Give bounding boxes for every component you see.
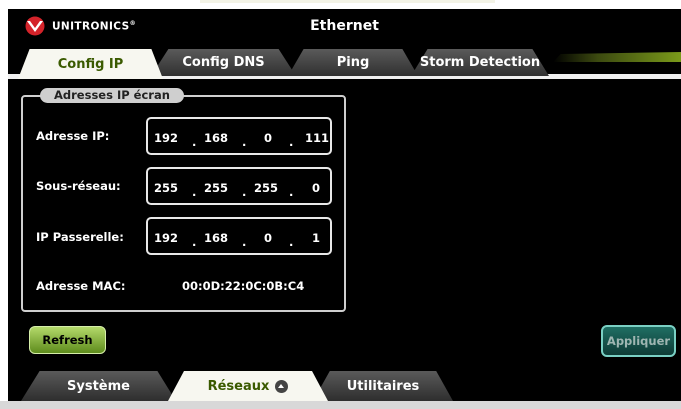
tab-label: Réseaux [207, 378, 270, 394]
octet-separator: . [192, 185, 197, 199]
bottom-strip [0, 401, 681, 409]
top-highlight-line [200, 0, 495, 3]
hmi-screen: UNITRONICS® Ethernet Storm Detection Pin… [8, 9, 681, 401]
tab-systeme[interactable]: Système [21, 371, 176, 401]
gateway-octet-4: 1 [312, 231, 321, 245]
ip-address-label: Adresse IP: [36, 129, 110, 143]
mac-address-label: Adresse MAC: [36, 279, 126, 293]
octet-separator: . [192, 235, 197, 249]
gateway-field[interactable]: 192 . 168 . 0 . 1 [146, 217, 332, 255]
ip-octet-3: 0 [264, 131, 273, 145]
tab-label: Config DNS [182, 55, 265, 70]
subnet-octet-3: 255 [254, 181, 279, 195]
chevron-up-icon [275, 379, 289, 393]
subnet-octet-1: 255 [154, 181, 179, 195]
tab-reseaux[interactable]: Réseaux [168, 371, 328, 401]
subnet-field[interactable]: 255 . 255 . 255 . 0 [146, 167, 332, 205]
octet-separator: . [242, 185, 247, 199]
ip-octet-2: 168 [204, 131, 229, 145]
group-legend: Adresses IP écran [40, 88, 184, 103]
tab-config-ip[interactable]: Config IP [18, 49, 163, 79]
tab-label: Config IP [57, 56, 124, 72]
octet-separator: . [242, 135, 247, 149]
gateway-octet-1: 192 [154, 231, 179, 245]
apply-button[interactable]: Appliquer [601, 325, 676, 357]
tab-ping[interactable]: Ping [288, 49, 418, 76]
octet-separator: . [289, 135, 294, 149]
octet-separator: . [242, 235, 247, 249]
octet-separator: . [192, 135, 197, 149]
subnet-octet-4: 0 [312, 181, 321, 195]
subnet-label: Sous-réseau: [36, 179, 121, 193]
tab-label: Ping [336, 55, 370, 70]
tab-label: Système [67, 378, 130, 394]
refresh-button[interactable]: Refresh [29, 326, 106, 354]
ip-octet-4: 111 [305, 131, 330, 145]
page-title: Ethernet [310, 18, 379, 34]
tab-label: Storm Detection [419, 55, 541, 70]
accent-bar [553, 52, 681, 62]
subnet-octet-2: 255 [204, 181, 229, 195]
ip-address-field[interactable]: 192 . 168 . 0 . 111 [146, 117, 332, 155]
gateway-octet-3: 0 [264, 231, 273, 245]
gateway-octet-2: 168 [204, 231, 229, 245]
gateway-label: IP Passerelle: [36, 230, 124, 244]
header: UNITRONICS® Ethernet [8, 9, 681, 43]
ip-octet-1: 192 [154, 131, 179, 145]
octet-separator: . [289, 235, 294, 249]
tab-config-dns[interactable]: Config DNS [151, 49, 296, 76]
tab-storm-detection[interactable]: Storm Detection [411, 49, 549, 76]
tab-utilitaires[interactable]: Utilitaires [313, 371, 453, 401]
tab-label: Utilitaires [346, 378, 420, 394]
mac-address-value: 00:0D:22:0C:0B:C4 [182, 279, 305, 293]
octet-separator: . [289, 185, 294, 199]
